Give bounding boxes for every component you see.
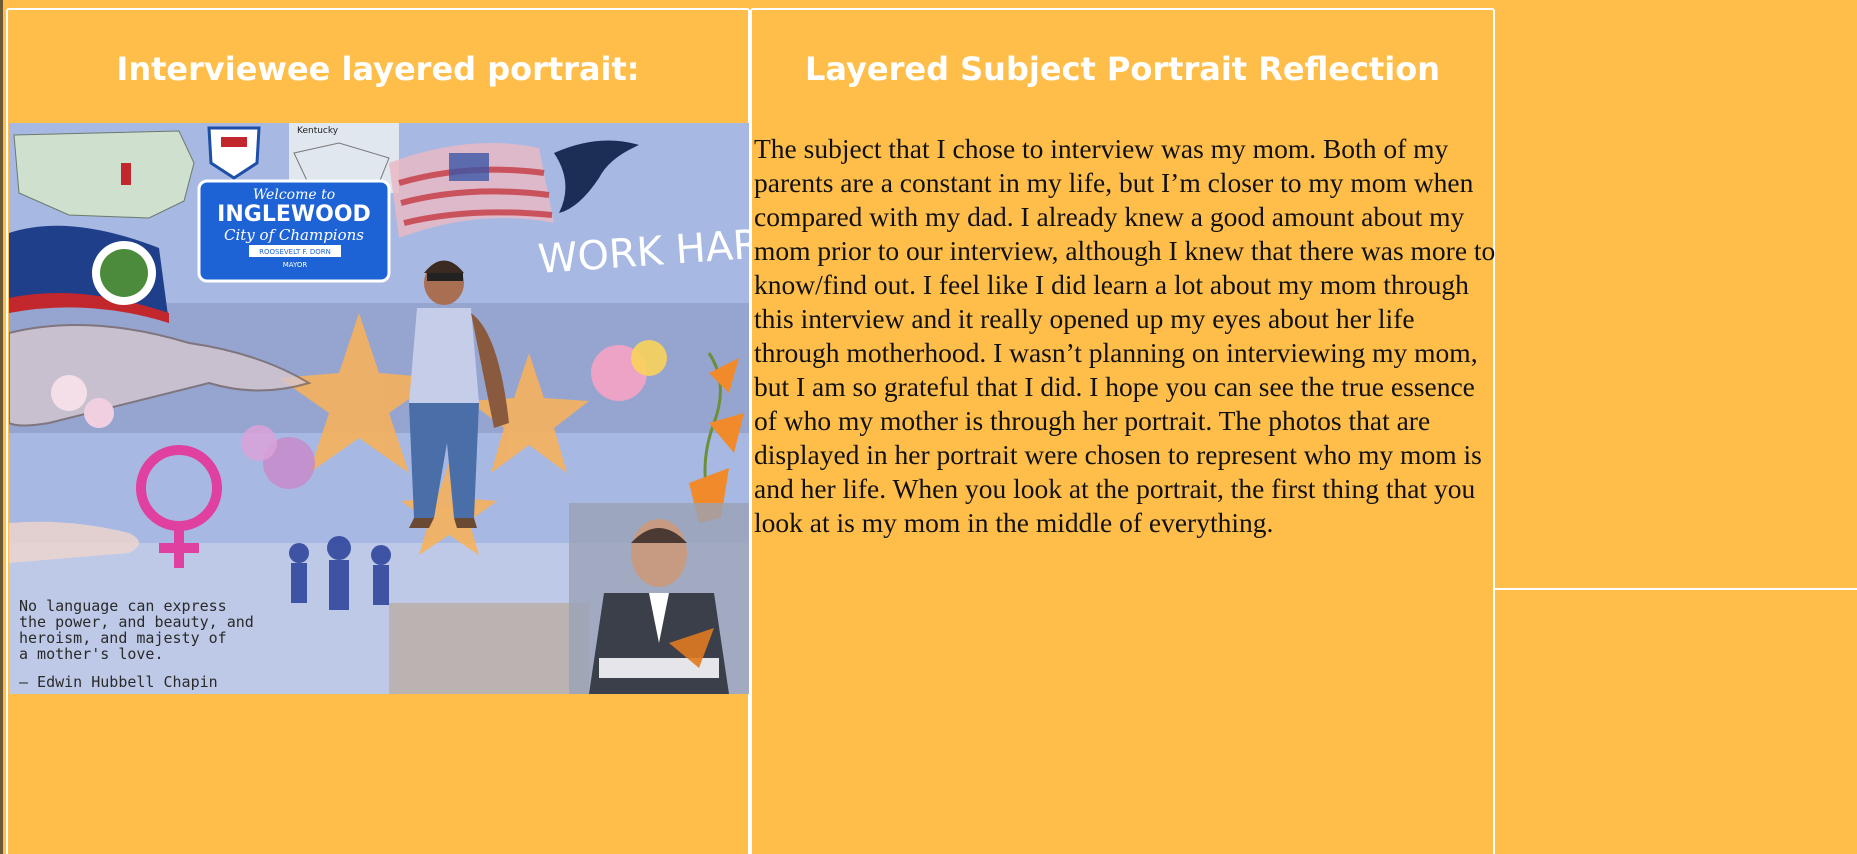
map-label: Kentucky — [297, 126, 339, 136]
sign-welcome: Welcome to — [253, 187, 335, 203]
portrait-collage: Kentucky Welcome to INGLEWOOD City of Ch… — [9, 123, 749, 694]
children-silhouettes — [289, 536, 391, 610]
crowd-photo — [389, 603, 589, 694]
sign-mayor-name: ROOSEVELT F. DORN — [259, 248, 331, 256]
reflection-panel-title: Layered Subject Portrait Reflection — [805, 50, 1440, 88]
right-column-divider — [1495, 588, 1857, 590]
portrait-panel: Interviewee layered portrait: Kentucky W… — [6, 8, 750, 854]
page-frame-edge — [0, 0, 3, 854]
sign-city: INGLEWOOD — [217, 202, 371, 227]
man-portrait — [569, 503, 749, 694]
portrait-panel-title: Interviewee layered portrait: — [116, 50, 640, 88]
sign-mayor-title: MAYOR — [283, 261, 308, 269]
quote-author: — Edwin Hubbell Chapin — [19, 673, 218, 691]
quote-line-4: a mother's love. — [19, 645, 164, 663]
layered-portrait-image[interactable]: Kentucky Welcome to INGLEWOOD City of Ch… — [9, 123, 749, 694]
reflection-panel: Layered Subject Portrait Reflection The … — [750, 8, 1495, 854]
reflection-body-text: The subject that I chose to interview wa… — [754, 133, 1496, 538]
sign-slogan: City of Champions — [224, 226, 364, 244]
inglewood-sign: Welcome to INGLEWOOD City of Champions R… — [197, 179, 391, 283]
